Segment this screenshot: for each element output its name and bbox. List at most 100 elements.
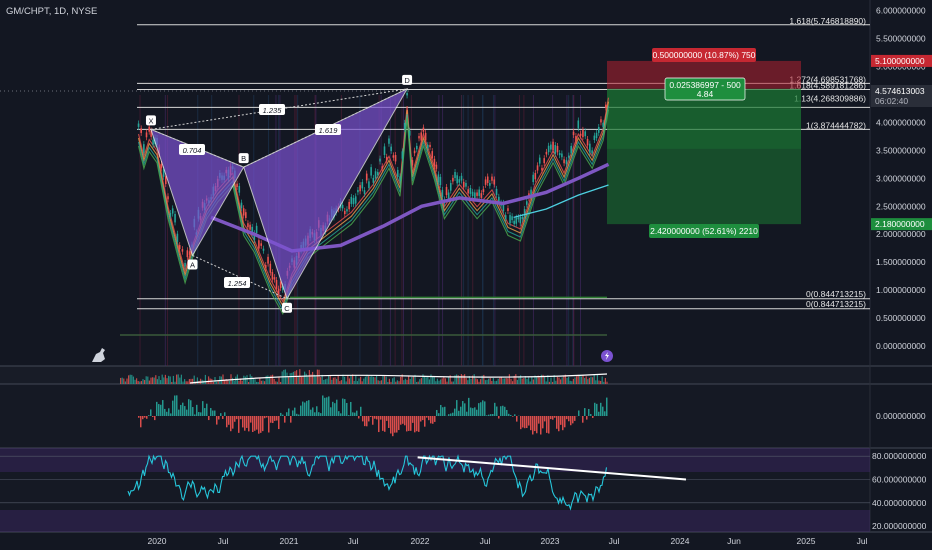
candle-body: [456, 175, 458, 184]
macd-bar: [406, 416, 408, 432]
candle-body: [478, 189, 480, 196]
macd-bar: [150, 409, 152, 416]
candle-body: [381, 166, 384, 169]
volume-bar: [592, 377, 594, 384]
volume-bar: [550, 377, 552, 384]
volume-bar: [432, 376, 434, 384]
volume-bar: [411, 376, 413, 384]
macd-bar: [306, 400, 308, 416]
macd-bar: [338, 411, 340, 416]
volume-bar: [324, 379, 326, 384]
macd-bar: [254, 416, 256, 431]
macd-bar: [574, 416, 576, 421]
candle-body: [597, 126, 600, 133]
macd-bar: [286, 412, 288, 416]
volume-bar: [252, 378, 254, 384]
macd-bar: [180, 404, 182, 416]
candle-body: [465, 182, 467, 187]
volume-bar: [446, 381, 448, 384]
macd-bar: [302, 401, 304, 416]
volume-bar: [521, 378, 523, 384]
volume-bar: [276, 381, 278, 384]
volume-bar: [251, 376, 253, 384]
macd-bar: [182, 402, 184, 416]
volume-bar: [428, 379, 430, 384]
volume-bar: [425, 377, 427, 384]
candle-body: [184, 262, 186, 267]
volume-bar: [177, 374, 179, 384]
volume-bar: [358, 378, 360, 384]
candle-body: [242, 208, 245, 216]
volume-bar: [374, 377, 376, 384]
chart-canvas[interactable]: 1.618(5.746818890)1.272(4.698531768)1.61…: [0, 0, 932, 550]
volume-bar: [344, 376, 346, 384]
candle-body: [275, 279, 278, 289]
macd-bar: [460, 406, 462, 416]
candle-body: [372, 177, 375, 183]
volume-bar: [448, 377, 450, 384]
volume-bar: [500, 377, 502, 384]
volume-bar: [331, 379, 333, 384]
volume-bar: [291, 372, 293, 384]
macd-bar: [548, 416, 550, 434]
volume-bar: [473, 374, 475, 384]
macd-bar: [152, 416, 154, 418]
candle-body: [174, 213, 176, 223]
macd-bar: [264, 416, 266, 419]
candle-body: [249, 224, 251, 230]
fib-level-label: 0(0.844713215): [806, 289, 866, 299]
volume-bar: [508, 374, 510, 384]
x-tick-label: Jun: [727, 536, 741, 546]
macd-bar: [450, 413, 452, 416]
macd-bar: [248, 416, 250, 432]
candle-body: [361, 182, 364, 189]
macd-bar: [364, 416, 366, 427]
volume-bar: [419, 379, 421, 384]
volume-bar: [417, 381, 419, 384]
macd-bar: [334, 403, 336, 416]
volume-bar: [289, 373, 291, 384]
candle-body: [394, 155, 397, 162]
y-tick-label: 6.000000000: [876, 6, 926, 16]
macd-bar: [142, 416, 144, 420]
volume-bar: [318, 369, 320, 384]
macd-bar: [458, 410, 460, 416]
candle-body: [565, 160, 568, 165]
candle-body: [538, 157, 541, 164]
volume-bar: [168, 375, 170, 384]
macd-bar: [540, 416, 542, 435]
volume-bar: [464, 374, 466, 384]
macd-bar: [568, 416, 570, 422]
macd-bar: [570, 416, 572, 426]
volume-bar: [388, 378, 390, 384]
macd-bar: [414, 416, 416, 433]
macd-bar: [138, 416, 140, 418]
volume-bar: [424, 375, 426, 384]
volume-bar: [526, 378, 528, 384]
macd-bar: [604, 411, 606, 416]
macd-bar: [598, 411, 600, 416]
macd-bar: [430, 416, 432, 424]
macd-bar: [346, 403, 348, 416]
macd-bar: [260, 416, 262, 433]
macd-bar: [464, 403, 466, 416]
macd-bar: [156, 401, 158, 416]
candle-body: [467, 189, 469, 194]
volume-bar: [233, 380, 235, 384]
volume-bar: [387, 381, 389, 384]
macd-bar: [396, 416, 398, 433]
ratio-label: 0.704: [183, 146, 202, 155]
volume-bar: [560, 379, 562, 384]
volume-bar: [155, 375, 157, 384]
candle-body: [515, 217, 518, 224]
volume-bar: [510, 378, 512, 384]
x-tick-label: Jul: [218, 536, 229, 546]
macd-bar: [556, 416, 558, 429]
volume-bar: [556, 376, 558, 384]
volume-bar: [606, 381, 608, 384]
volume-bar: [579, 375, 581, 384]
macd-bar: [560, 416, 562, 425]
macd-bar: [586, 416, 588, 420]
volume-bar: [596, 374, 598, 384]
y-tick-label: 4.000000000: [876, 117, 926, 127]
